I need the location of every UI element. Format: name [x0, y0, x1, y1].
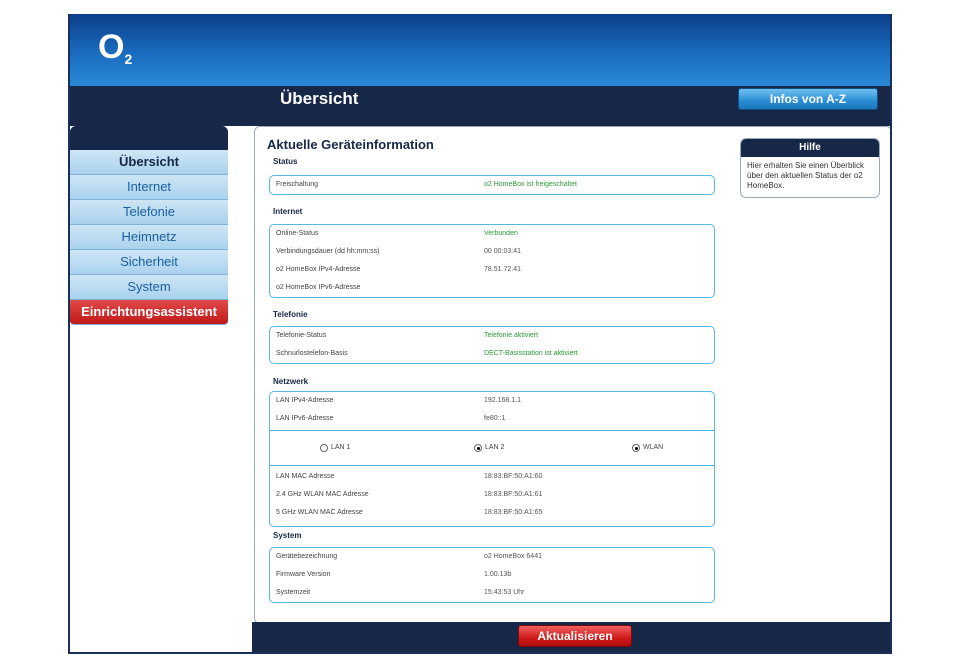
info-row: Firmware Version 1.00.13b — [276, 571, 512, 578]
router-ui-frame: O2 Übersicht Infos von A-Z Übersicht Int… — [68, 14, 892, 654]
radio-circle-icon — [320, 444, 328, 452]
radio-lan2[interactable]: LAN 2 — [474, 433, 504, 463]
section-label-netzwerk: Netzwerk — [273, 377, 309, 386]
info-row: o2 HomeBox IPv4-Adresse 78.51.72.41 — [276, 266, 521, 273]
divider — [270, 430, 714, 431]
help-title: Hilfe — [741, 139, 879, 157]
help-text: Hier erhalten Sie einen Überblick über d… — [747, 161, 864, 190]
info-row: Systemzeit 15:43:53 Uhr — [276, 589, 525, 596]
radio-lan1[interactable]: LAN 1 — [320, 433, 350, 463]
radio-wlan[interactable]: WLAN — [632, 433, 663, 463]
info-row: 5 GHz WLAN MAC Adresse 18:83:BF:50:A1:65 — [276, 509, 543, 516]
system-box: Gerätebezeichnung o2 HomeBox 6441 Firmwa… — [269, 547, 715, 603]
internet-box: Online-Status Verbunden Verbindungsdauer… — [269, 224, 715, 298]
info-row: o2 HomeBox IPv6-Adresse — [276, 284, 361, 291]
aktualisieren-button[interactable]: Aktualisieren — [518, 625, 632, 647]
infos-a-z-button[interactable]: Infos von A-Z — [738, 88, 878, 110]
sidebar-item-uebersicht[interactable]: Übersicht — [70, 150, 228, 175]
section-label-status: Status — [273, 157, 298, 166]
info-row: Online-Status Verbunden — [276, 230, 518, 237]
logo-band: O2 — [70, 14, 890, 86]
telefonie-box: Telefonie-Status Telefonie aktiviert Sch… — [269, 326, 715, 364]
sidebar-item-heimnetz[interactable]: Heimnetz — [70, 225, 228, 250]
panel-title: Aktuelle Geräteinformation — [267, 137, 434, 152]
section-label-system: System — [273, 531, 302, 540]
radio-selected-icon — [632, 444, 640, 452]
sidebar-header — [70, 126, 228, 150]
info-row: LAN IPv4-Adresse 192.168.1.1 — [276, 397, 521, 404]
sidebar-item-sicherheit[interactable]: Sicherheit — [70, 250, 228, 275]
info-row: 2.4 GHz WLAN MAC Adresse 18:83:BF:50:A1:… — [276, 491, 543, 498]
info-row: Telefonie-Status Telefonie aktiviert — [276, 332, 539, 339]
radio-selected-icon — [474, 444, 482, 452]
info-row: Freischaltung o2 HomeBox ist freigeschal… — [276, 181, 577, 188]
info-row: Gerätebezeichnung o2 HomeBox 6441 — [276, 553, 542, 560]
section-label-telefonie: Telefonie — [273, 310, 308, 319]
status-box: Freischaltung o2 HomeBox ist freigeschal… — [269, 175, 715, 195]
sidebar: Übersicht Internet Telefonie Heimnetz Si… — [70, 126, 228, 325]
info-row: LAN IPv6-Adresse fe80::1 — [276, 415, 506, 422]
sidebar-item-system[interactable]: System — [70, 275, 228, 300]
divider — [270, 465, 714, 466]
o2-logo: O2 — [98, 28, 133, 67]
help-panel: Hilfe Hier erhalten Sie einen Überblick … — [740, 138, 880, 198]
sidebar-item-einrichtungsassistent[interactable]: Einrichtungsassistent — [70, 300, 228, 325]
device-info-panel: Aktuelle Geräteinformation Status Freisc… — [254, 126, 890, 624]
info-row: Verbindungsdauer (dd hh:mm:ss) 00 00:03:… — [276, 248, 521, 255]
sidebar-item-internet[interactable]: Internet — [70, 175, 228, 200]
sidebar-item-telefonie[interactable]: Telefonie — [70, 200, 228, 225]
page-title: Übersicht — [280, 89, 359, 108]
section-label-internet: Internet — [273, 207, 303, 216]
info-row: Schnurlostelefon-Basis DECT-Basisstation… — [276, 350, 578, 357]
info-row: LAN MAC Adresse 18:83:BF:50:A1:60 — [276, 473, 543, 480]
interface-radio-group: LAN 1 LAN 2 WLAN — [270, 433, 714, 463]
netzwerk-box: LAN IPv4-Adresse 192.168.1.1 LAN IPv6-Ad… — [269, 391, 715, 527]
